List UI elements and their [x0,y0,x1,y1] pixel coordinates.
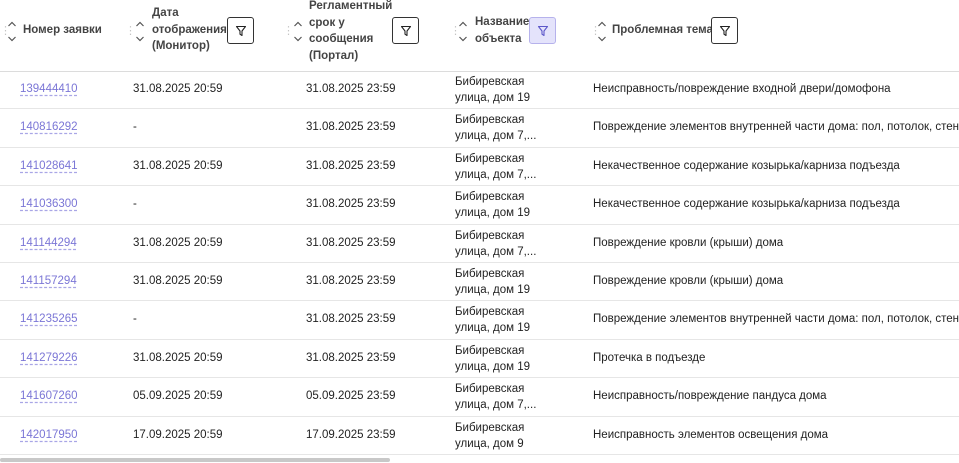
filter-button[interactable] [227,17,254,44]
filter-button[interactable] [392,17,419,44]
deadline-cell: 31.08.2025 23:59 [306,351,396,364]
filter-icon [537,25,548,36]
problem-topic-cell: Некачественное содержание козырька/карни… [593,159,900,172]
filter-button[interactable] [711,17,738,44]
object-name-cell: Бибиревская улица, дом 19 [455,191,531,220]
sort-icon[interactable] [293,20,303,44]
request-number-link[interactable]: 140816292 [20,121,78,133]
request-number-link[interactable]: 141028641 [20,160,78,172]
problem-topic-cell: Неисправность элементов освещения дома [593,428,829,441]
table-row[interactable]: 140816292 - 31.08.2025 23:59 Бибиревская ул… [0,109,959,148]
display-date-cell: 31.08.2025 20:59 [133,83,223,95]
table-row[interactable]: 141279226 31.08.2025 20:59 31.08.2025 23:5… [0,340,959,379]
display-date-cell: - [133,121,137,134]
deadline-cell: 31.08.2025 23:59 [306,83,396,95]
deadline-cell: 31.08.2025 23:59 [306,275,396,287]
request-number-link[interactable]: 141036300 [20,198,78,210]
table-row[interactable]: 142017950 17.09.2025 20:59 17.09.2025 23:5… [0,417,959,455]
filter-icon [235,25,246,36]
problem-topic-cell: Некачественное содержание козырька/карни… [593,198,900,211]
deadline-cell: 31.08.2025 23:59 [306,236,396,249]
object-name-cell: Бибиревская улица, дом 7,... [455,229,537,258]
problem-topic-cell: Неисправность/повреждение пандуса дома [593,390,827,403]
problem-topic-cell: Повреждение элементов внутренней части д… [593,313,959,326]
request-number-link[interactable]: 141279226 [20,352,78,364]
column-header-problem-topic[interactable]: ⋮ Проблемная тема [590,0,959,71]
column-header-request-number[interactable]: ⋮ Номер заявки [0,0,120,71]
column-header-deadline[interactable]: ⋮ Регламентный срок у сообщения (Портал) [270,0,450,71]
request-number-link[interactable]: 139444410 [20,83,78,95]
request-number-link[interactable]: 141157294 [20,275,77,287]
problem-topic-cell: Повреждение кровли (крыши) дома [593,275,784,287]
display-date-cell: 31.08.2025 20:59 [133,159,223,172]
sort-icon[interactable] [135,20,145,44]
column-title: Дата отображения (Монитор) [152,7,227,52]
deadline-cell: 31.08.2025 23:59 [306,121,396,134]
filter-button-active[interactable] [529,17,556,44]
column-header-display-date[interactable]: ⋮ Дата отображения (Монитор) [120,0,270,71]
drag-handle-icon[interactable]: ⋮ [125,24,136,37]
display-date-cell: 31.08.2025 20:59 [133,351,223,364]
deadline-cell: 31.08.2025 23:59 [306,198,396,211]
problem-topic-cell: Повреждение элементов внутренней части д… [593,121,959,134]
table-header: ⋮ Номер заявки ⋮ Дата отображения (Монит… [0,0,959,72]
object-name-cell: Бибиревская улица, дом 7,... [455,152,537,181]
object-name-cell: Бибиревская улица, дом 7,... [455,383,537,412]
request-number-link[interactable]: 141144294 [20,237,77,249]
object-name-cell: Бибиревская улица, дом 19 [455,306,531,335]
table-row[interactable]: 141235265 - 31.08.2025 23:59 Бибиревская ул… [0,301,959,340]
object-name-cell: Бибиревская улица, дом 9 [455,421,525,450]
deadline-cell: 17.09.2025 23:59 [306,428,396,441]
table-row[interactable]: 141144294 31.08.2025 20:59 31.08.2025 23:5… [0,225,959,263]
problem-topic-cell: Неисправность/повреждение входной двери/… [593,83,891,95]
display-date-cell: 05.09.2025 20:59 [133,390,223,403]
display-date-cell: 17.09.2025 20:59 [133,428,223,441]
object-name-cell: Бибиревская улица, дом 19 [455,76,531,104]
filter-icon [400,25,411,36]
table-row[interactable]: 141028641 31.08.2025 20:59 31.08.2025 23:5… [0,148,959,187]
request-number-link[interactable]: 141235265 [20,313,78,325]
display-date-cell: - [133,198,137,211]
deadline-cell: 31.08.2025 23:59 [306,313,396,326]
filter-icon [719,25,730,36]
object-name-cell: Бибиревская улица, дом 19 [455,268,531,296]
deadline-cell: 05.09.2025 23:59 [306,390,396,403]
column-title: Название объекта [475,16,530,45]
column-title: Регламентный срок у сообщения (Портал) [309,0,393,62]
column-title: Проблемная тема [612,24,713,36]
horizontal-scrollbar[interactable] [0,458,390,462]
table-row[interactable]: 141157294 31.08.2025 20:59 31.08.2025 23:5… [0,263,959,302]
table-row[interactable]: 139444410 31.08.2025 20:59 31.08.2025 23:5… [0,71,959,110]
column-header-object-name[interactable]: ⋮ Название объекта [450,0,590,71]
problem-topic-cell: Протечка в подъезде [593,351,706,364]
sort-icon[interactable] [458,20,468,44]
display-date-cell: - [133,313,137,326]
drag-handle-icon[interactable]: ⋮ [283,24,294,37]
display-date-cell: 31.08.2025 20:59 [133,275,223,287]
display-date-cell: 31.08.2025 20:59 [133,236,223,249]
table-row[interactable]: 141607260 05.09.2025 20:59 05.09.2025 23:5… [0,378,959,417]
object-name-cell: Бибиревская улица, дом 19 [455,344,531,373]
table-row[interactable]: 141036300 - 31.08.2025 23:59 Бибиревская ул… [0,186,959,225]
column-title: Номер заявки [23,24,102,36]
sort-icon[interactable] [7,20,17,44]
problem-topic-cell: Повреждение кровли (крыши) дома [593,236,784,249]
request-number-link[interactable]: 142017950 [20,429,78,441]
sort-icon[interactable] [597,20,607,44]
object-name-cell: Бибиревская улица, дом 7,... [455,114,537,143]
request-number-link[interactable]: 141607260 [20,390,78,402]
deadline-cell: 31.08.2025 23:59 [306,159,396,172]
